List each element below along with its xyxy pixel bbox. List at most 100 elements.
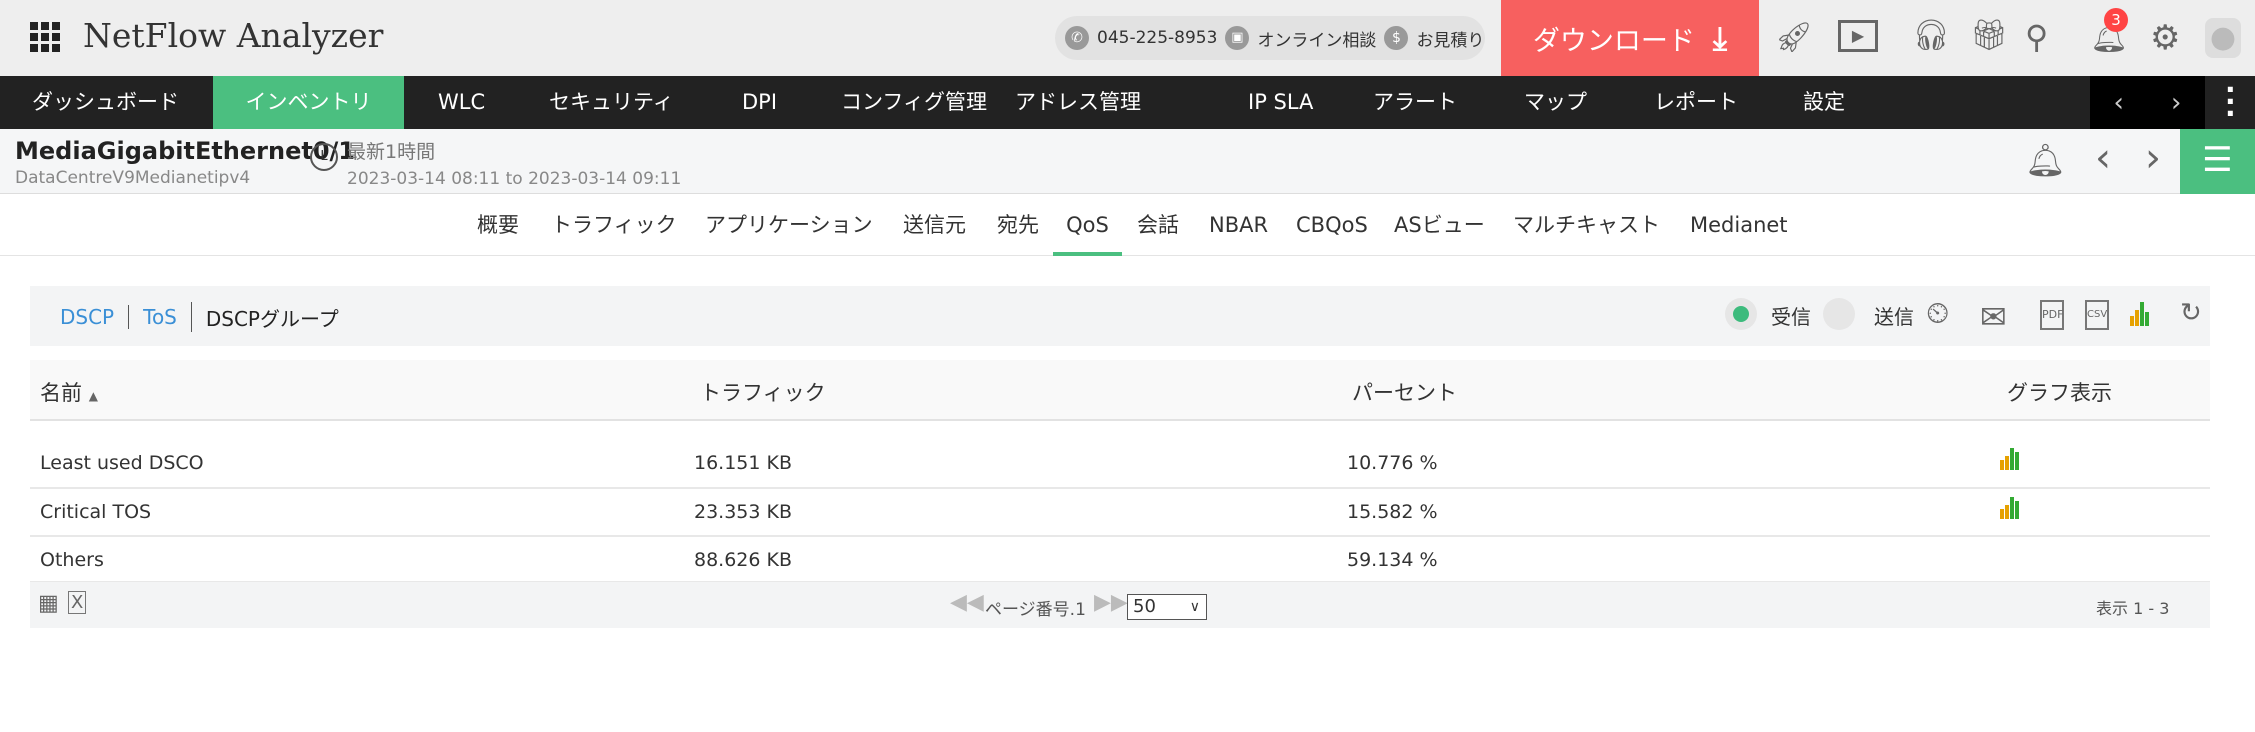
row-percent: 15.582 %	[1347, 501, 1438, 523]
headset-icon[interactable]: 🎧︎	[1912, 18, 1950, 53]
row-name: Critical TOS	[40, 501, 152, 523]
device-name[interactable]: DataCentreV9Medianetipv4	[15, 168, 250, 188]
more-vertical-icon[interactable]: · · ·	[2225, 76, 2236, 128]
phone-number[interactable]: 045-225-8953	[1097, 28, 1217, 48]
prev-icon[interactable]: ‹	[2095, 135, 2111, 181]
nav-config[interactable]: コンフィグ管理	[841, 76, 987, 129]
col-graph: グラフ表示	[2007, 381, 2112, 405]
nav-alarms[interactable]: アラート	[1373, 76, 1457, 129]
interface-name: MediaGigabitEthernet0/1	[15, 137, 356, 165]
table-row: Least used DSCO 16.151 KB 10.776 %	[30, 421, 2210, 489]
tab-destination[interactable]: 宛先	[997, 194, 1039, 256]
tab-conversation[interactable]: 会話	[1137, 194, 1179, 256]
nav-inventory-label: インベントリ	[245, 90, 372, 114]
qos-toolbar: DSCP ToS DSCPグループ 受信 送信 ⏲ ✉ PDF CSV ↻	[30, 286, 2210, 346]
col-name-label: 名前	[40, 381, 82, 405]
col-traffic: トラフィック	[700, 381, 826, 405]
avatar[interactable]: ●	[2205, 18, 2241, 58]
email-icon[interactable]: ✉	[1980, 298, 2007, 336]
calculator-icon[interactable]: ▦	[38, 591, 59, 616]
page-size-select[interactable]: 50 ∨	[1127, 594, 1207, 620]
refresh-icon[interactable]: ↻	[2180, 298, 2202, 328]
dscp-link[interactable]: DSCP	[60, 305, 114, 329]
app-grid-icon[interactable]	[30, 22, 60, 52]
nav-address[interactable]: アドレス管理	[1015, 76, 1141, 129]
tab-bar: 概要 トラフィック アプリケーション 送信元 宛先 QoS 会話 NBAR CB…	[0, 194, 2255, 256]
tab-source[interactable]: 送信元	[903, 194, 966, 256]
row-traffic: 23.353 KB	[694, 501, 793, 523]
tab-cbqos[interactable]: CBQoS	[1296, 194, 1368, 256]
consult-icon: ▣	[1225, 26, 1250, 50]
gift-icon[interactable]: 🎁︎	[1970, 18, 2008, 53]
gear-icon[interactable]: ⚙	[2150, 18, 2180, 58]
video-icon[interactable]: ▶	[1838, 20, 1878, 52]
nav-wlc[interactable]: WLC	[438, 76, 485, 129]
tab-qos-label: QoS	[1066, 213, 1109, 237]
tab-traffic[interactable]: トラフィック	[551, 194, 677, 256]
chevron-down-icon: ∨	[1189, 599, 1200, 615]
prev-page-icon[interactable]: ◀◀	[950, 590, 984, 615]
nav-settings[interactable]: 設定	[1803, 76, 1845, 129]
interface-header: MediaGigabitEthernet0/1 DataCentreV9Medi…	[0, 129, 2255, 194]
time-period[interactable]: 最新1時間	[347, 137, 435, 164]
download-label: ダウンロード	[1532, 25, 1695, 57]
showing-range: 表示 1 - 3	[2096, 599, 2170, 618]
nav-inventory[interactable]: インベントリ	[213, 76, 404, 129]
tab-qos[interactable]: QoS	[1053, 194, 1122, 256]
dollar-icon: $	[1384, 26, 1409, 50]
nav-ipsla[interactable]: IP SLA	[1248, 76, 1313, 129]
row-graph-icon[interactable]	[2000, 448, 2020, 470]
in-radio[interactable]	[1725, 298, 1757, 330]
row-graph-icon[interactable]	[2000, 497, 2020, 519]
clock-icon[interactable]: L	[310, 143, 338, 171]
csv-icon[interactable]: CSV	[2085, 300, 2109, 330]
app-title: NetFlow Analyzer	[83, 16, 384, 55]
table-row: Others 88.626 KB 59.134 %	[30, 537, 2210, 583]
chevron-left-icon[interactable]: ‹	[2114, 88, 2124, 118]
alarm-bell-icon[interactable]: 🔔︎	[2025, 141, 2066, 179]
tab-multicast[interactable]: マルチキャスト	[1513, 194, 1660, 256]
search-icon[interactable]: ⚲	[2025, 18, 2048, 56]
row-traffic: 16.151 KB	[694, 452, 793, 474]
nav-dashboard[interactable]: ダッシュボード	[32, 76, 179, 129]
divider	[190, 302, 192, 332]
schedule-icon[interactable]: ⏲	[1926, 296, 1949, 331]
in-label: 受信	[1771, 305, 1811, 329]
nav-scroll: ‹ ›	[2090, 76, 2205, 129]
tab-as-view[interactable]: ASビュー	[1394, 194, 1485, 256]
next-icon[interactable]: ›	[2145, 135, 2161, 181]
tab-overview[interactable]: 概要	[477, 194, 519, 256]
online-consult-link[interactable]: オンライン相談	[1257, 26, 1376, 51]
table-row: Critical TOS 23.353 KB 15.582 %	[30, 489, 2210, 537]
download-button[interactable]: ダウンロード ⤓	[1501, 0, 1759, 76]
page-number: ページ番号.1	[985, 600, 1086, 620]
main-nav: ダッシュボード インベントリ WLC セキュリティ DPI コンフィグ管理 アド…	[0, 76, 2255, 129]
tos-link[interactable]: ToS	[143, 305, 177, 329]
row-percent: 59.134 %	[1347, 549, 1438, 571]
nav-dpi[interactable]: DPI	[742, 76, 777, 129]
rocket-icon[interactable]: 🚀︎	[1775, 20, 1813, 55]
graph-icon[interactable]	[2130, 302, 2150, 326]
out-radio[interactable]	[1823, 298, 1855, 330]
nav-security[interactable]: セキュリティ	[549, 76, 674, 129]
pdf-icon[interactable]: PDF	[2040, 300, 2064, 330]
tab-applications[interactable]: アプリケーション	[705, 194, 873, 256]
sort-icon[interactable]: ▲	[89, 389, 98, 403]
nav-reports[interactable]: レポート	[1654, 76, 1738, 129]
out-label: 送信	[1874, 305, 1914, 329]
tab-medianet[interactable]: Medianet	[1690, 194, 1788, 256]
table-footer: ▦ X ◀◀ ページ番号.1 ▶▶ 50 ∨ 表示 1 - 3	[30, 582, 2210, 628]
menu-button[interactable]: ☰	[2180, 129, 2255, 194]
chevron-right-icon[interactable]: ›	[2171, 88, 2181, 118]
next-page-icon[interactable]: ▶▶	[1094, 590, 1128, 615]
excel-icon[interactable]: X	[68, 591, 87, 614]
row-name: Others	[40, 549, 104, 571]
contact-pill: ✆ 045-225-8953 ▣ オンライン相談 $ お見積り	[1055, 16, 1485, 60]
quote-link[interactable]: お見積り	[1416, 26, 1484, 51]
download-icon: ⤓	[1712, 18, 1728, 57]
page-size-value: 50	[1133, 596, 1156, 617]
col-name[interactable]: 名前 ▲	[40, 377, 98, 407]
nav-maps[interactable]: マップ	[1524, 76, 1587, 129]
tab-nbar[interactable]: NBAR	[1209, 194, 1268, 256]
table-header: 名前 ▲ トラフィック パーセント グラフ表示	[30, 360, 2210, 421]
